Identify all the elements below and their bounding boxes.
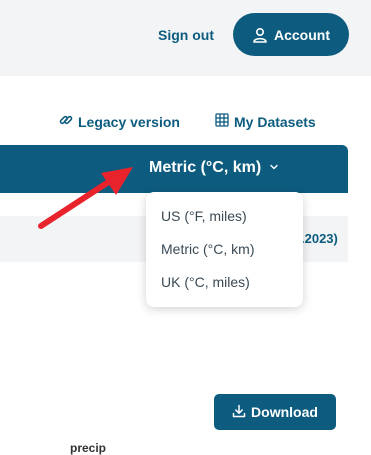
download-button[interactable]: Download xyxy=(214,394,336,430)
download-label: Download xyxy=(251,404,318,420)
download-icon xyxy=(232,404,246,421)
table-column-header-precip: precip xyxy=(70,441,107,455)
annotation-arrow xyxy=(38,167,133,229)
